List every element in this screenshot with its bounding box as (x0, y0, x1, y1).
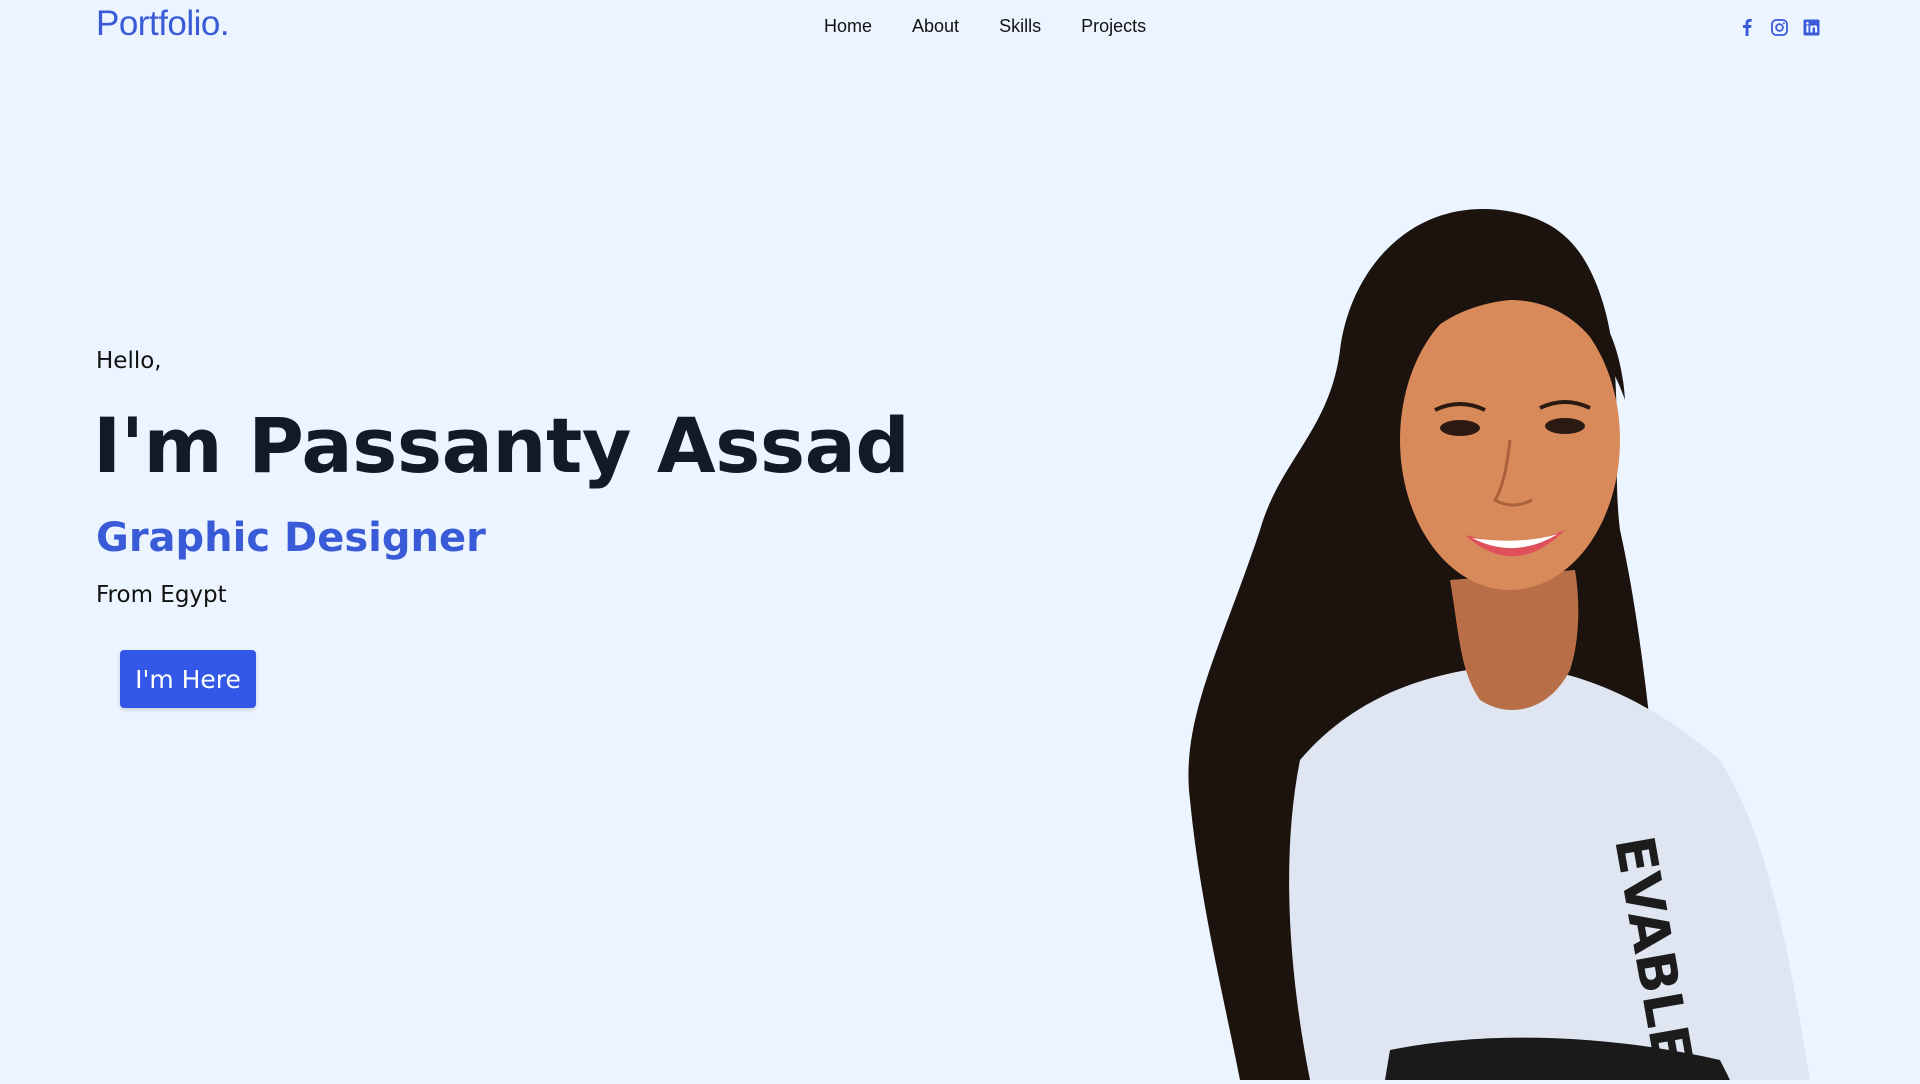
facebook-icon[interactable] (1738, 16, 1756, 38)
nav-menu: Home About Skills Projects (824, 16, 1146, 37)
portrait-shirt (1289, 665, 1810, 1080)
nav-item-skills[interactable]: Skills (999, 16, 1041, 37)
social-links (1738, 16, 1820, 38)
nav-item-home[interactable]: Home (824, 16, 872, 37)
profile-portrait: EVABLE (1160, 200, 1860, 1080)
im-here-button[interactable]: I'm Here (120, 650, 256, 708)
nav-item-projects[interactable]: Projects (1081, 16, 1146, 37)
linkedin-icon[interactable] (1802, 16, 1820, 38)
hero-role: Graphic Designer (96, 515, 486, 561)
hero-location: From Egypt (96, 582, 227, 608)
nav-item-about[interactable]: About (912, 16, 959, 37)
greeting-text: Hello, (96, 348, 162, 374)
logo[interactable]: Portfolio. (96, 4, 230, 44)
instagram-icon[interactable] (1770, 16, 1788, 38)
hero-name-heading: I'm Passanty Assad (93, 401, 910, 490)
top-navbar: Portfolio. Home About Skills Projects (0, 0, 1920, 56)
